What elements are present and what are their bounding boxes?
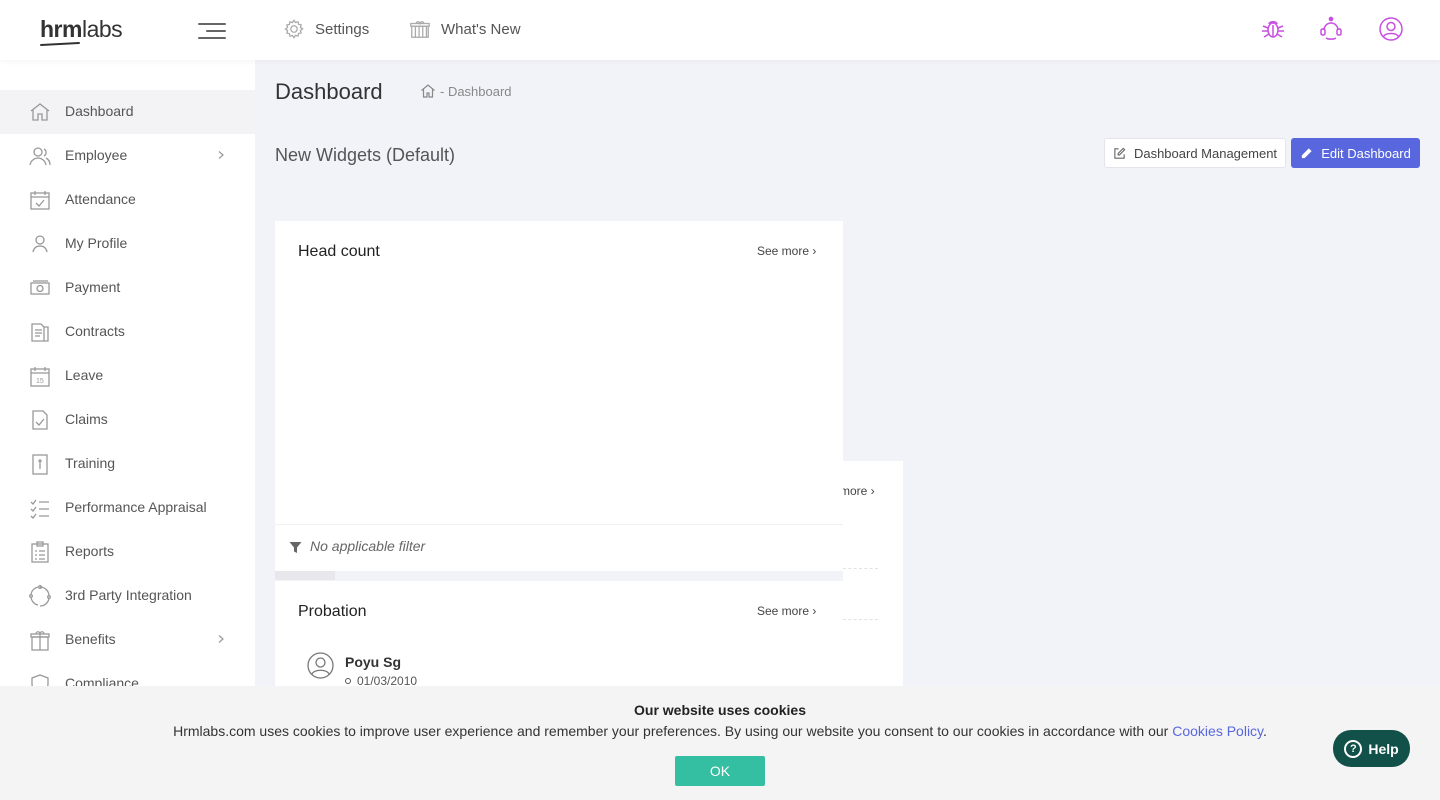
logo-bold-text: hrm	[40, 16, 82, 42]
sidebar-item-label: Employee	[65, 147, 128, 163]
sidebar-item-label: Training	[65, 455, 116, 471]
sidebar-item-attendance[interactable]: Attendance	[0, 178, 255, 222]
sidebar-item-label: Performance Appraisal	[65, 499, 207, 515]
gift-box-icon	[410, 21, 430, 38]
chevron-right-icon	[218, 151, 224, 159]
sidebar-item-label: Reports	[65, 543, 115, 559]
training-icon	[32, 454, 48, 475]
cookie-message: Hrmlabs.com uses cookies to improve user…	[173, 723, 1173, 739]
edit-dashboard-button[interactable]: Edit Dashboard	[1291, 138, 1420, 168]
sidebar-item-leave[interactable]: 15 Leave	[0, 354, 255, 398]
see-more-link[interactable]: See more ›	[757, 604, 816, 618]
attendance-icon	[30, 191, 50, 210]
sidebar-item-dashboard[interactable]: Dashboard	[0, 90, 255, 134]
cookie-banner: Our website uses cookies Hrmlabs.com use…	[0, 686, 1440, 800]
sidebar-item-label: Payment	[65, 279, 121, 295]
see-more-label: See more	[757, 244, 810, 258]
settings-label: Settings	[315, 20, 370, 38]
see-more-label: See more	[757, 604, 810, 618]
sidebar-item-label: Leave	[65, 367, 104, 383]
question-icon: ?	[1344, 739, 1363, 758]
help-label: Help	[1368, 740, 1399, 757]
reports-icon	[31, 541, 49, 563]
see-more-label: more	[840, 484, 868, 498]
sidebar-item-performance-appraisal[interactable]: Performance Appraisal	[0, 486, 255, 530]
payment-icon	[30, 280, 50, 295]
see-more-link[interactable]: more ›	[840, 484, 880, 498]
appraisal-icon	[30, 499, 49, 519]
logo-underline	[39, 41, 81, 47]
sidebar-item-label: Attendance	[65, 191, 136, 207]
sidebar-item-3rd-party-integration[interactable]: 3rd Party Integration	[0, 574, 255, 618]
cookie-text: Hrmlabs.com uses cookies to improve user…	[0, 723, 1440, 739]
divider	[843, 619, 878, 620]
scroll-strip	[275, 571, 335, 580]
filter-icon	[289, 542, 302, 553]
sidebar-item-label: My Profile	[65, 235, 128, 251]
home-icon	[421, 84, 435, 98]
hrmlabs-logo[interactable]: hrmlabs	[39, 16, 123, 47]
sidebar-item-benefits[interactable]: Benefits	[0, 618, 255, 662]
cookies-policy-link[interactable]: Cookies Policy	[1172, 723, 1263, 739]
benefits-icon	[30, 631, 50, 651]
divider	[843, 568, 878, 569]
edit-dashboard-label: Edit Dashboard	[1321, 145, 1411, 161]
home-icon	[30, 103, 50, 121]
claims-icon	[32, 410, 48, 430]
breadcrumb[interactable]: - Dashboard	[420, 83, 512, 99]
contracts-icon	[31, 323, 49, 342]
sidebar-item-label: Contracts	[65, 323, 125, 339]
cookie-ok-button[interactable]: OK	[675, 756, 765, 786]
sidebar-item-label: 3rd Party Integration	[65, 587, 192, 603]
sidebar-item-reports[interactable]: Reports	[0, 530, 255, 574]
dashboard-management-label: Dashboard Management	[1133, 145, 1278, 161]
sidebar-item-label: Claims	[65, 411, 108, 427]
whats-new-label: What's New	[441, 20, 521, 38]
settings-link[interactable]: Settings	[283, 18, 369, 40]
sidebar-item-payment[interactable]: Payment	[0, 266, 255, 310]
help-button[interactable]: ? Help	[1333, 730, 1410, 767]
leave-calendar-icon: 15	[30, 367, 50, 387]
cookie-period: .	[1263, 723, 1267, 739]
menu-toggle-icon[interactable]	[198, 20, 226, 40]
probation-title: Probation	[298, 603, 367, 620]
integration-icon	[29, 585, 51, 607]
cookie-title: Our website uses cookies	[634, 702, 806, 718]
support-icon[interactable]	[1318, 16, 1344, 42]
sidebar-item-claims[interactable]: Claims	[0, 398, 255, 442]
headcount-widget: Head count See more › No applicable filt…	[275, 221, 843, 571]
logo-light-text: labs	[81, 16, 123, 42]
dashboard-management-button[interactable]: Dashboard Management	[1104, 138, 1286, 168]
employee-icon	[29, 147, 51, 166]
sidebar-item-training[interactable]: Training	[0, 442, 255, 486]
gear-icon	[284, 19, 304, 39]
whats-new-link[interactable]: What's New	[409, 18, 521, 40]
pencil-icon	[1302, 147, 1312, 158]
avatar-icon	[307, 652, 334, 679]
probation-widget: Probation See more ›	[275, 581, 843, 686]
sidebar-item-my-profile[interactable]: My Profile	[0, 222, 255, 266]
top-header: hrmlabs Settings What's New	[0, 0, 1440, 60]
svg-text:15: 15	[36, 378, 44, 385]
probation-person-name[interactable]: Poyu Sg	[345, 654, 401, 670]
filter-label: No applicable filter	[310, 538, 426, 554]
headcount-title: Head count	[298, 243, 380, 260]
date-bullet	[345, 678, 351, 684]
sidebar-item-label: Benefits	[65, 631, 116, 647]
bug-icon[interactable]	[1260, 16, 1286, 42]
edit-note-icon	[1114, 147, 1126, 159]
filter-row: No applicable filter	[275, 524, 843, 571]
sidebar-item-contracts[interactable]: Contracts	[0, 310, 255, 354]
profile-icon	[32, 235, 48, 253]
page-title: Dashboard	[275, 79, 383, 104]
sidebar-item-label: Dashboard	[65, 103, 134, 119]
see-more-link[interactable]: See more ›	[757, 244, 816, 258]
user-account-icon[interactable]	[1378, 16, 1404, 42]
chevron-right-icon	[218, 635, 224, 643]
widgets-subtitle: New Widgets (Default)	[275, 145, 456, 165]
sidebar-item-employee[interactable]: Employee	[0, 134, 255, 178]
breadcrumb-label: - Dashboard	[440, 83, 512, 99]
